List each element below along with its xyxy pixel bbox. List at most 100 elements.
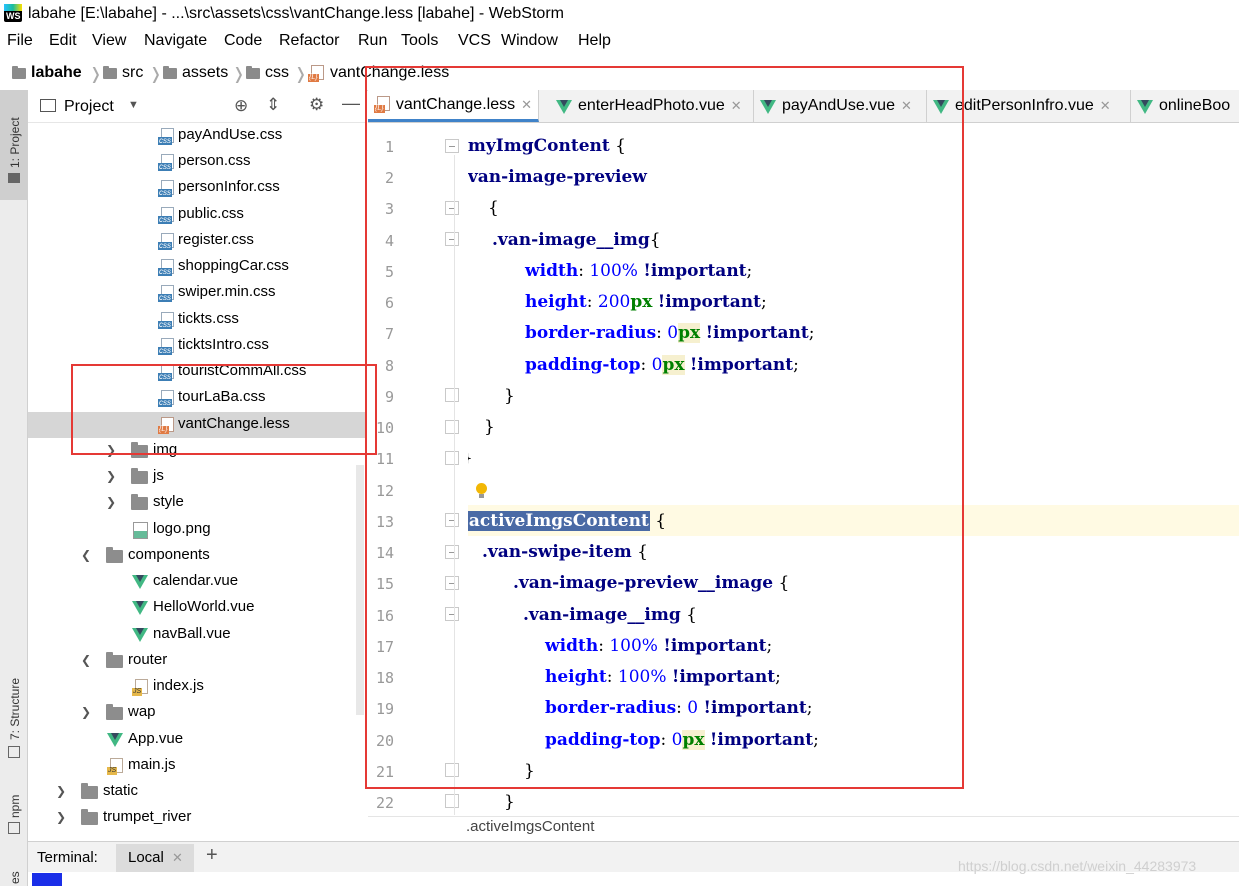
menu-view[interactable]: View <box>92 32 126 50</box>
tree-item[interactable]: calendar.vue <box>28 569 366 595</box>
css-file-icon <box>158 207 175 224</box>
tree-item-label: HelloWorld.vue <box>153 598 255 615</box>
less-file-icon <box>308 64 325 82</box>
css-file-icon <box>158 312 175 329</box>
chevron-down-icon[interactable]: ▼ <box>128 99 139 111</box>
breadcrumb-labahe[interactable]: labahe <box>12 64 82 82</box>
tree-item[interactable]: swiper.min.css <box>28 280 366 306</box>
tab-onlinebook-vue[interactable]: onlineBoo <box>1131 90 1239 122</box>
project-scrollbar[interactable] <box>356 465 364 715</box>
tree-item[interactable]: logo.png <box>28 517 366 543</box>
structure-tool-label[interactable]: 7: Structure <box>8 678 22 740</box>
js-file-icon <box>107 758 124 775</box>
close-icon[interactable]: ✕ <box>172 850 183 866</box>
tree-folder-item[interactable]: ❯ static <box>28 779 366 805</box>
tree-item[interactable]: person.css <box>28 149 366 175</box>
menu-window[interactable]: Window <box>501 32 558 50</box>
breadcrumb-separator-icon: ❭ <box>149 66 163 83</box>
hide-panel-icon[interactable]: — <box>342 93 360 114</box>
add-terminal-icon[interactable]: + <box>206 844 218 867</box>
terminal-tab-label: Local <box>128 849 164 866</box>
tree-item[interactable]: personInfor.css <box>28 175 366 201</box>
tree-folder-item[interactable]: ❯ trumpet_river <box>28 805 366 831</box>
folder-icon <box>103 65 117 79</box>
tree-item-label: wap <box>128 703 156 720</box>
tree-item[interactable]: HelloWorld.vue <box>28 595 366 621</box>
menu-refactor[interactable]: Refactor <box>279 32 339 50</box>
vue-file-icon <box>132 575 148 589</box>
tree-item[interactable]: payAndUse.css <box>28 123 366 149</box>
tree-item-label: shoppingCar.css <box>178 257 289 274</box>
gear-icon[interactable]: ⚙ <box>309 95 324 115</box>
menu-file[interactable]: File <box>7 32 33 50</box>
tree-item-label: ticktsIntro.css <box>178 336 269 353</box>
breadcrumb-separator-icon: ❭ <box>232 66 246 83</box>
window-title: labahe [E:\labahe] - ...\src\assets\css\… <box>28 5 564 22</box>
tree-item-label: public.css <box>178 205 244 222</box>
vue-file-icon <box>132 628 148 642</box>
tree-item[interactable]: tickts.css <box>28 307 366 333</box>
menu-navigate[interactable]: Navigate <box>144 32 207 50</box>
tree-folder-item[interactable]: ❯ style <box>28 490 366 516</box>
menu-run[interactable]: Run <box>358 32 387 50</box>
tree-item-label: register.css <box>178 231 254 248</box>
tree-item-label: router <box>128 651 168 668</box>
menu-code[interactable]: Code <box>224 32 262 50</box>
breadcrumb-label: labahe <box>31 64 82 81</box>
terminal-label: Terminal: <box>37 849 98 866</box>
folder-icon <box>131 494 148 510</box>
css-file-icon <box>158 259 175 276</box>
tree-item-label: App.vue <box>128 730 184 747</box>
tree-item-label: payAndUse.css <box>178 126 283 143</box>
other-tool-label[interactable]: es <box>8 871 22 884</box>
tree-item-label: logo.png <box>153 520 211 537</box>
left-tool-strip <box>0 90 28 886</box>
png-file-icon <box>133 522 148 539</box>
breadcrumb-src[interactable]: src <box>103 64 143 82</box>
tree-folder-item[interactable]: ❮ router <box>28 648 366 674</box>
chevron-right-icon[interactable]: ❯ <box>56 810 66 824</box>
chevron-down-icon[interactable]: ❮ <box>81 653 91 667</box>
tree-item[interactable]: App.vue <box>28 727 366 753</box>
menu-help[interactable]: Help <box>578 32 611 50</box>
structure-breadcrumb-item[interactable]: .activeImgsContent <box>466 818 594 835</box>
tree-item[interactable]: register.css <box>28 228 366 254</box>
close-icon[interactable]: ✕ <box>1100 98 1111 114</box>
webstorm-app-icon[interactable]: WS <box>4 4 22 22</box>
breadcrumb-assets[interactable]: assets <box>163 64 228 82</box>
tree-item[interactable]: index.js <box>28 674 366 700</box>
chevron-right-icon[interactable]: ❯ <box>81 705 91 719</box>
menu-edit[interactable]: Edit <box>49 32 77 50</box>
breadcrumb-css[interactable]: css <box>246 64 289 82</box>
project-tool-label[interactable]: 1: Project <box>8 117 22 168</box>
tree-item[interactable]: public.css <box>28 202 366 228</box>
fold-end-marker-icon[interactable] <box>445 794 459 808</box>
menu-vcs[interactable]: VCS <box>458 32 491 50</box>
terminal-content[interactable] <box>28 872 1239 886</box>
menu-tools[interactable]: Tools <box>401 32 438 50</box>
chevron-right-icon[interactable]: ❯ <box>56 784 66 798</box>
project-view-selector[interactable]: Project <box>64 98 114 116</box>
tree-folder-item[interactable]: ❯ js <box>28 464 366 490</box>
collapse-all-icon[interactable]: ⇕ <box>266 95 280 115</box>
folder-icon <box>131 468 148 484</box>
tree-item-label: components <box>128 546 210 563</box>
tree-item[interactable]: ticktsIntro.css <box>28 333 366 359</box>
title-bar: WS labahe [E:\labahe] - ...\src\assets\c… <box>0 0 1239 29</box>
tree-item[interactable]: navBall.vue <box>28 622 366 648</box>
locate-file-icon[interactable]: ⊕ <box>234 96 248 116</box>
folder-icon <box>106 652 123 668</box>
chevron-down-icon[interactable]: ❮ <box>81 548 91 562</box>
tree-item[interactable]: main.js <box>28 753 366 779</box>
css-file-icon <box>158 233 175 250</box>
chevron-right-icon[interactable]: ❯ <box>106 469 116 483</box>
terminal-tab-local[interactable]: Local ✕ <box>116 844 194 872</box>
folder-icon <box>163 65 177 79</box>
structure-icon <box>8 746 20 758</box>
tree-folder-item[interactable]: ❮ components <box>28 543 366 569</box>
chevron-right-icon[interactable]: ❯ <box>106 495 116 509</box>
tree-item-label: personInfor.css <box>178 178 280 195</box>
npm-tool-label[interactable]: npm <box>8 795 22 818</box>
tree-item[interactable]: shoppingCar.css <box>28 254 366 280</box>
tree-folder-item[interactable]: ❯ wap <box>28 700 366 726</box>
